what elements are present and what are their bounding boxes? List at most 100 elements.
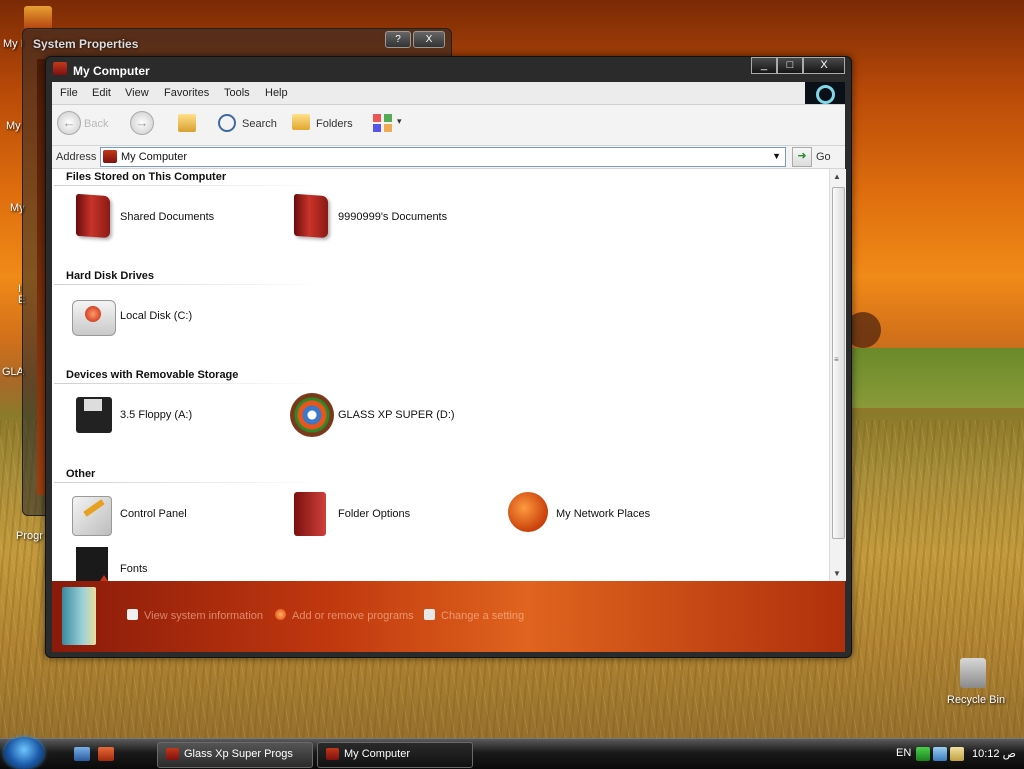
folders-button-label[interactable]: Folders — [316, 118, 353, 130]
file-list: Files Stored on This Computer Shared Doc… — [52, 169, 828, 581]
scroll-down-arrow-icon[interactable]: ▼ — [833, 569, 841, 578]
show-desktop-icon[interactable] — [74, 747, 90, 761]
scroll-up-arrow-icon[interactable]: ▲ — [833, 172, 841, 181]
menu-view[interactable]: View — [125, 87, 149, 99]
menu-tools[interactable]: Tools — [224, 87, 250, 99]
desktop-icon-my-documents[interactable] — [24, 6, 52, 30]
desktop-label-programs: Progr — [16, 530, 43, 542]
window-title: My Computer — [73, 64, 150, 78]
system-properties-title: System Properties — [33, 37, 139, 51]
settings-icon — [424, 609, 435, 620]
item-user-documents[interactable]: 9990999's Documents — [284, 193, 484, 243]
item-folder-options[interactable]: Folder Options — [284, 490, 484, 540]
toolbar: ← Back → Search Folders ▾ — [52, 105, 845, 146]
group-header-removable: Devices with Removable Storage — [66, 369, 239, 381]
recycle-bin-icon[interactable] — [960, 658, 986, 688]
scroll-grip-icon: ≡ — [834, 355, 839, 364]
item-cd-drive-d[interactable]: GLASS XP SUPER (D:) — [284, 391, 484, 441]
folder-icon — [76, 193, 110, 239]
clock[interactable]: 10:12 ص — [972, 747, 1016, 760]
go-button-label[interactable]: Go — [816, 151, 831, 163]
brand-ring-icon — [816, 85, 835, 104]
group-divider — [54, 383, 324, 384]
menu-help[interactable]: Help — [265, 87, 288, 99]
group-divider — [54, 185, 324, 186]
folder-options-icon — [294, 492, 326, 536]
views-dropdown-arrow[interactable]: ▾ — [397, 116, 402, 127]
search-button-label[interactable]: Search — [242, 118, 277, 130]
desktop-label-my-1: My I — [3, 38, 24, 50]
task-glass-xp-super-progs[interactable]: Glass Xp Super Progs — [157, 742, 313, 768]
system-properties-controls: ? X — [383, 31, 445, 48]
back-button-label[interactable]: Back — [84, 118, 108, 130]
language-indicator[interactable]: EN — [896, 747, 911, 759]
item-my-network-places[interactable]: My Network Places — [502, 490, 702, 540]
views-icon[interactable] — [373, 114, 393, 132]
back-arrow-icon[interactable]: ← — [57, 111, 81, 135]
item-control-panel[interactable]: Control Panel — [66, 490, 266, 540]
my-computer-window[interactable]: My Computer _ □ X File Edit View Favorit… — [45, 56, 852, 658]
taskbar: Glass Xp Super Progs My Computer EN 10:1… — [0, 737, 1024, 769]
chevron-down-icon[interactable]: ▼ — [772, 151, 781, 161]
folder-up-icon[interactable] — [178, 114, 196, 132]
task-my-computer[interactable]: My Computer — [317, 742, 473, 768]
menu-bar: File Edit View Favorites Tools Help — [52, 82, 845, 105]
security-shield-icon[interactable] — [916, 747, 930, 761]
windows-brand-logo — [805, 82, 845, 104]
group-header-other: Other — [66, 468, 96, 480]
item-fonts[interactable]: Fonts — [66, 545, 266, 581]
item-label: Fonts — [120, 563, 148, 575]
item-label: 9990999's Documents — [338, 211, 448, 223]
item-shared-documents[interactable]: Shared Documents — [66, 193, 266, 243]
start-orb-icon[interactable] — [4, 737, 44, 769]
folders-icon[interactable] — [292, 114, 310, 130]
checkbox-icon — [127, 609, 138, 620]
network-tray-icon[interactable] — [933, 747, 947, 761]
notification-tray-icon[interactable] — [950, 747, 964, 761]
desktop-label-gla: GLA — [2, 366, 25, 378]
quick-launch-app-icon[interactable] — [98, 747, 114, 761]
minimize-button[interactable]: _ — [751, 57, 777, 74]
item-local-disk-c[interactable]: Local Disk (C:) — [66, 292, 266, 342]
system-properties-body — [37, 59, 45, 495]
wallpaper-meadow — [850, 348, 1024, 408]
link-view-system-info[interactable]: View system information — [144, 610, 263, 622]
maximize-button[interactable]: □ — [777, 57, 803, 74]
menu-edit[interactable]: Edit — [92, 87, 111, 99]
go-arrow-icon[interactable]: ➜ — [792, 147, 812, 167]
menu-file[interactable]: File — [60, 87, 78, 99]
my-computer-icon — [103, 150, 117, 163]
help-button[interactable]: ? — [385, 31, 411, 48]
window-controls: _ □ X — [751, 57, 845, 74]
folder-icon — [166, 748, 179, 760]
search-icon[interactable] — [218, 114, 236, 132]
item-label: Shared Documents — [120, 211, 215, 223]
close-button[interactable]: X — [413, 31, 445, 48]
window-titlebar[interactable]: My Computer _ □ X — [46, 57, 851, 81]
address-input[interactable]: My Computer ▼ — [100, 147, 786, 167]
link-add-remove-programs[interactable]: Add or remove programs — [292, 610, 414, 622]
window-client: File Edit View Favorites Tools Help ← Ba… — [52, 82, 846, 652]
item-label: GLASS XP SUPER (D:) — [338, 409, 455, 421]
cd-drive-icon — [290, 393, 334, 437]
item-label: Local Disk (C:) — [120, 310, 193, 322]
system-info-large-icon — [62, 587, 96, 645]
my-computer-icon — [53, 62, 67, 75]
vertical-scrollbar[interactable]: ▲ ≡ ▼ — [829, 169, 846, 581]
address-bar: Address My Computer ▼ ➜ Go — [52, 146, 845, 169]
item-floppy-a[interactable]: 3.5 Floppy (A:) — [66, 391, 266, 441]
group-divider — [54, 482, 324, 483]
floppy-icon — [76, 397, 112, 433]
item-label: Control Panel — [120, 508, 187, 520]
control-panel-icon — [72, 496, 112, 536]
address-value: My Computer — [121, 151, 188, 163]
link-change-setting[interactable]: Change a setting — [441, 610, 524, 622]
menu-favorites[interactable]: Favorites — [164, 87, 209, 99]
forward-arrow-icon[interactable]: → — [130, 111, 154, 135]
task-pane: View system information Add or remove pr… — [52, 581, 845, 652]
task-label: Glass Xp Super Progs — [184, 748, 293, 760]
task-label: My Computer — [344, 748, 411, 760]
address-label: Address — [56, 151, 97, 163]
hard-disk-icon — [72, 300, 116, 336]
close-button[interactable]: X — [803, 57, 845, 74]
